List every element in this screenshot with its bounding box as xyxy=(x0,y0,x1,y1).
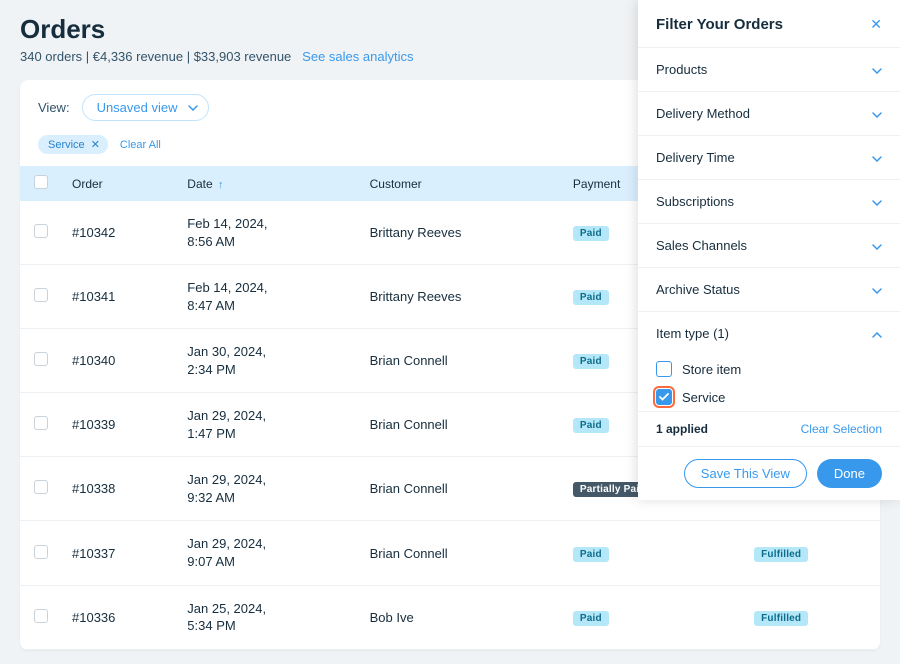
order-date: Jan 29, 2024,9:07 AM xyxy=(177,521,359,585)
customer-name: Brittany Reeves xyxy=(360,201,563,265)
chevron-down-icon xyxy=(872,112,882,118)
filter-section-label: Archive Status xyxy=(656,282,740,297)
order-id: #10341 xyxy=(62,265,177,329)
filter-section-label: Item type (1) xyxy=(656,326,729,341)
customer-name: Bob Ive xyxy=(360,585,563,649)
filter-chip-service[interactable]: Service ✕ xyxy=(38,135,108,154)
customer-name: Brian Connell xyxy=(360,521,563,585)
filter-panel-title: Filter Your Orders xyxy=(656,16,783,33)
payment-badge: Paid xyxy=(573,226,609,241)
filter-option[interactable]: Store item xyxy=(656,355,882,383)
filter-section-header[interactable]: Products xyxy=(638,48,900,91)
filter-section-header[interactable]: Archive Status xyxy=(638,268,900,311)
filter-section-header[interactable]: Subscriptions xyxy=(638,180,900,223)
payment-badge: Paid xyxy=(573,290,609,305)
order-date: Feb 14, 2024,8:56 AM xyxy=(177,201,359,265)
row-checkbox[interactable] xyxy=(34,609,48,623)
row-checkbox[interactable] xyxy=(34,288,48,302)
sales-analytics-link[interactable]: See sales analytics xyxy=(302,49,413,64)
checkbox[interactable] xyxy=(656,361,672,377)
order-date: Jan 29, 2024,9:32 AM xyxy=(177,457,359,521)
view-select-value: Unsaved view xyxy=(97,100,178,115)
filter-section-header[interactable]: Delivery Method xyxy=(638,92,900,135)
filter-section-label: Sales Channels xyxy=(656,238,747,253)
filter-section-label: Products xyxy=(656,62,707,77)
filter-section-label: Subscriptions xyxy=(656,194,734,209)
filter-section: Delivery Time xyxy=(638,136,900,180)
table-row[interactable]: #10337Jan 29, 2024,9:07 AMBrian Connell P… xyxy=(20,521,880,585)
filter-option[interactable]: Service xyxy=(656,383,882,411)
table-row[interactable]: #10336Jan 25, 2024,5:34 PMBob Ive Paid Ful… xyxy=(20,585,880,649)
row-checkbox[interactable] xyxy=(34,352,48,366)
customer-name: Brian Connell xyxy=(360,457,563,521)
order-id: #10342 xyxy=(62,201,177,265)
col-date-label: Date xyxy=(187,177,212,191)
order-id: #10339 xyxy=(62,393,177,457)
order-id: #10336 xyxy=(62,585,177,649)
filter-section-header[interactable]: Delivery Time xyxy=(638,136,900,179)
filter-option-label: Service xyxy=(682,390,725,405)
payment-badge: Paid xyxy=(573,547,609,562)
col-customer[interactable]: Customer xyxy=(360,166,563,201)
fulfillment-badge: Fulfilled xyxy=(754,611,808,626)
checkbox[interactable] xyxy=(656,389,672,405)
filter-section-header[interactable]: Sales Channels xyxy=(638,224,900,267)
payment-badge: Paid xyxy=(573,418,609,433)
order-date: Jan 30, 2024,2:34 PM xyxy=(177,329,359,393)
fulfillment-badge: Fulfilled xyxy=(754,547,808,562)
summary-text: 340 orders | €4,336 revenue | $33,903 re… xyxy=(20,49,291,64)
clear-selection-link[interactable]: Clear Selection xyxy=(801,422,882,436)
col-date[interactable]: Date ↑ xyxy=(177,166,359,201)
filter-panel: Filter Your Orders ✕ Products Delivery Me… xyxy=(638,0,900,500)
col-order[interactable]: Order xyxy=(62,166,177,201)
filter-section: Sales Channels xyxy=(638,224,900,268)
save-view-button[interactable]: Save This View xyxy=(684,459,807,488)
order-id: #10340 xyxy=(62,329,177,393)
filter-section-label: Delivery Method xyxy=(656,106,750,121)
filter-section: Products xyxy=(638,48,900,92)
customer-name: Brian Connell xyxy=(360,329,563,393)
filter-section: Subscriptions xyxy=(638,180,900,224)
chevron-down-icon xyxy=(872,68,882,74)
row-checkbox[interactable] xyxy=(34,224,48,238)
close-icon[interactable]: ✕ xyxy=(870,16,882,33)
sort-arrow-icon: ↑ xyxy=(218,179,224,191)
filter-option-label: Store item xyxy=(682,362,741,377)
chevron-down-icon xyxy=(188,105,198,111)
done-button[interactable]: Done xyxy=(817,459,882,488)
view-label: View: xyxy=(38,100,70,115)
order-id: #10338 xyxy=(62,457,177,521)
view-select[interactable]: Unsaved view xyxy=(82,94,209,121)
row-checkbox[interactable] xyxy=(34,480,48,494)
row-checkbox[interactable] xyxy=(34,545,48,559)
filter-section-header[interactable]: Item type (1) xyxy=(638,312,900,355)
clear-all-link[interactable]: Clear All xyxy=(120,139,161,151)
customer-name: Brian Connell xyxy=(360,393,563,457)
order-date: Feb 14, 2024,8:47 AM xyxy=(177,265,359,329)
select-all-checkbox[interactable] xyxy=(34,175,48,189)
filter-chip-label: Service xyxy=(48,139,85,151)
filter-section: Item type (1) Store item Service xyxy=(638,312,900,411)
payment-badge: Paid xyxy=(573,611,609,626)
applied-count: 1 applied xyxy=(656,422,708,436)
filter-section-label: Delivery Time xyxy=(656,150,735,165)
close-icon[interactable]: ✕ xyxy=(91,138,100,151)
order-date: Jan 29, 2024,1:47 PM xyxy=(177,393,359,457)
payment-badge: Paid xyxy=(573,354,609,369)
chevron-down-icon xyxy=(872,244,882,250)
chevron-down-icon xyxy=(872,200,882,206)
order-id: #10337 xyxy=(62,521,177,585)
order-date: Jan 25, 2024,5:34 PM xyxy=(177,585,359,649)
chevron-down-icon xyxy=(872,288,882,294)
chevron-up-icon xyxy=(872,332,882,338)
row-checkbox[interactable] xyxy=(34,416,48,430)
filter-section: Archive Status xyxy=(638,268,900,312)
filter-section: Delivery Method xyxy=(638,92,900,136)
customer-name: Brittany Reeves xyxy=(360,265,563,329)
chevron-down-icon xyxy=(872,156,882,162)
